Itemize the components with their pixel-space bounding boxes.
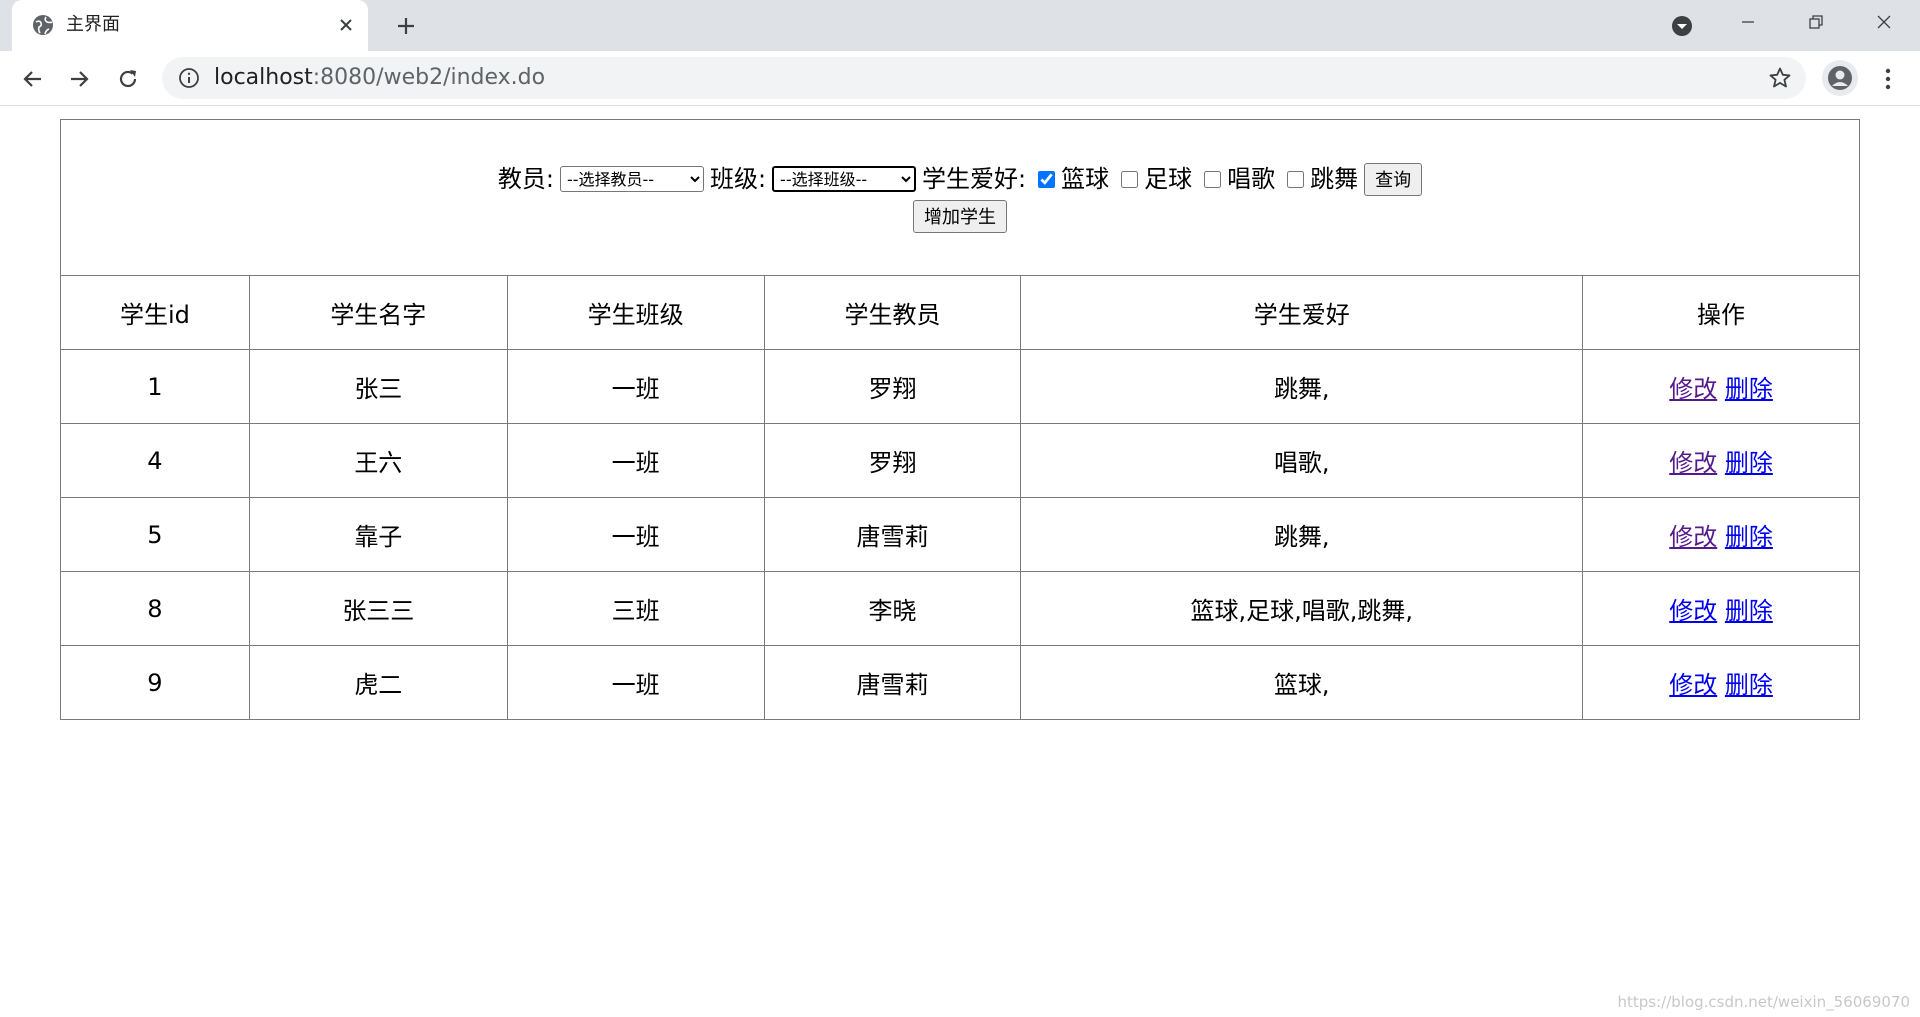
hobby-label-singing: 唱歌 (1227, 165, 1276, 193)
star-icon[interactable] (1768, 66, 1792, 90)
class-select[interactable]: --选择班级-- (772, 166, 917, 192)
cell-actions: 修改 删除 (1582, 645, 1860, 720)
cell-hobby: 跳舞, (1020, 349, 1584, 424)
hobby-football: 足球 (1115, 163, 1192, 195)
address-bar[interactable]: localhost:8080/web2/index.do (162, 57, 1806, 99)
cell-name: 张三三 (248, 571, 508, 646)
cell-name: 靠子 (248, 497, 508, 572)
header-id: 学生id (60, 275, 250, 350)
url-path: :8080/web2/index.do (312, 65, 546, 90)
reload-icon[interactable] (112, 63, 144, 95)
globe-icon (33, 15, 53, 35)
header-actions: 操作 (1582, 275, 1860, 350)
cell-class: 一班 (506, 645, 765, 720)
page-content: 教员: --选择教员-- 班级: --选择班级-- 学生爱好: 篮球 足球 唱歌… (0, 107, 1920, 1017)
chevron-down-icon[interactable] (1668, 12, 1696, 40)
add-student-button[interactable]: 增加学生 (913, 199, 1007, 233)
filter-form: 教员: --选择教员-- 班级: --选择班级-- 学生爱好: 篮球 足球 唱歌… (60, 119, 1860, 276)
restore-icon[interactable] (1782, 0, 1850, 44)
hobby-checkbox-basketball[interactable] (1038, 170, 1056, 188)
edit-link[interactable]: 修改 (1669, 375, 1717, 403)
back-arrow-icon[interactable] (16, 63, 48, 95)
cell-hobby: 唱歌, (1020, 423, 1584, 498)
table-row: 5 靠子 一班 唐雪莉 跳舞, 修改 删除 (60, 497, 1860, 572)
window-close-icon[interactable] (1850, 0, 1918, 44)
delete-link[interactable]: 删除 (1725, 523, 1773, 551)
delete-link[interactable]: 删除 (1725, 375, 1773, 403)
cell-hobby: 跳舞, (1020, 497, 1584, 572)
cell-teacher: 李晓 (763, 571, 1022, 646)
cell-name: 张三 (248, 349, 508, 424)
cell-hobby: 篮球, (1020, 645, 1584, 720)
cell-teacher: 唐雪莉 (763, 497, 1022, 572)
header-class: 学生班级 (506, 275, 765, 350)
hobby-label-dancing: 跳舞 (1310, 165, 1359, 193)
cell-id: 5 (60, 497, 250, 572)
edit-link[interactable]: 修改 (1669, 449, 1717, 477)
url-text[interactable]: localhost:8080/web2/index.do (214, 65, 545, 91)
query-button[interactable]: 查询 (1364, 162, 1423, 196)
cell-teacher: 罗翔 (763, 423, 1022, 498)
url-host: localhost (214, 65, 313, 90)
plus-icon[interactable] (392, 12, 420, 40)
hobby-dancing: 跳舞 (1281, 163, 1358, 195)
cell-id: 8 (60, 571, 250, 646)
table-row: 9 虎二 一班 唐雪莉 篮球, 修改 删除 (60, 645, 1860, 720)
cell-hobby: 篮球,足球,唱歌,跳舞, (1020, 571, 1584, 646)
person-icon[interactable] (1822, 60, 1858, 96)
class-label: 班级: (709, 165, 767, 193)
browser-toolbar: localhost:8080/web2/index.do (0, 51, 1920, 106)
cell-id: 4 (60, 423, 250, 498)
edit-link[interactable]: 修改 (1669, 671, 1717, 699)
cell-class: 一班 (506, 423, 765, 498)
forward-arrow-icon[interactable] (64, 63, 96, 95)
cell-name: 虎二 (248, 645, 508, 720)
cell-id: 9 (60, 645, 250, 720)
delete-link[interactable]: 删除 (1725, 449, 1773, 477)
header-teacher: 学生教员 (763, 275, 1022, 350)
hobby-checkbox-dancing[interactable] (1287, 170, 1305, 188)
cell-actions: 修改 删除 (1582, 497, 1860, 572)
filter-row: 教员: --选择教员-- 班级: --选择班级-- 学生爱好: 篮球 足球 唱歌… (61, 162, 1859, 196)
edit-link[interactable]: 修改 (1669, 523, 1717, 551)
cell-actions: 修改 删除 (1582, 423, 1860, 498)
minimize-icon[interactable] (1714, 0, 1782, 44)
student-table: 教员: --选择教员-- 班级: --选择班级-- 学生爱好: 篮球 足球 唱歌… (60, 119, 1860, 720)
table-row: 8 张三三 三班 李晓 篮球,足球,唱歌,跳舞, 修改 删除 (60, 571, 1860, 646)
cell-teacher: 唐雪莉 (763, 645, 1022, 720)
table-row: 4 王六 一班 罗翔 唱歌, 修改 删除 (60, 423, 1860, 498)
table-header-row: 学生id 学生名字 学生班级 学生教员 学生爱好 操作 (60, 275, 1860, 350)
cell-name: 王六 (248, 423, 508, 498)
edit-link[interactable]: 修改 (1669, 597, 1717, 625)
cell-class: 三班 (506, 571, 765, 646)
delete-link[interactable]: 删除 (1725, 597, 1773, 625)
close-icon[interactable] (334, 13, 358, 37)
cell-id: 1 (60, 349, 250, 424)
cell-actions: 修改 删除 (1582, 349, 1860, 424)
teacher-select[interactable]: --选择教员-- (559, 166, 704, 192)
teacher-label: 教员: (497, 165, 554, 193)
cell-teacher: 罗翔 (763, 349, 1022, 424)
header-name: 学生名字 (248, 275, 508, 350)
add-row: 增加学生 (61, 199, 1859, 233)
cell-class: 一班 (506, 349, 765, 424)
browser-tab[interactable]: 主界面 (12, 0, 368, 51)
table-row: 1 张三 一班 罗翔 跳舞, 修改 删除 (60, 349, 1860, 424)
hobby-label-football: 足球 (1144, 165, 1193, 193)
header-hobby: 学生爱好 (1020, 275, 1584, 350)
tab-strip: 主界面 (0, 0, 1920, 51)
hobby-basketball: 篮球 (1032, 163, 1109, 195)
watermark: https://blog.csdn.net/weixin_56069070 (1617, 993, 1910, 1011)
info-icon[interactable] (178, 67, 200, 89)
kebab-menu-icon[interactable] (1872, 63, 1904, 95)
hobby-singing: 唱歌 (1198, 163, 1275, 195)
hobby-label: 学生爱好: (922, 165, 1027, 193)
hobby-checkbox-football[interactable] (1121, 170, 1139, 188)
hobby-label-basketball: 篮球 (1061, 165, 1110, 193)
cell-class: 一班 (506, 497, 765, 572)
hobby-checkbox-singing[interactable] (1204, 170, 1222, 188)
delete-link[interactable]: 删除 (1725, 671, 1773, 699)
tab-title: 主界面 (66, 14, 120, 35)
cell-actions: 修改 删除 (1582, 571, 1860, 646)
